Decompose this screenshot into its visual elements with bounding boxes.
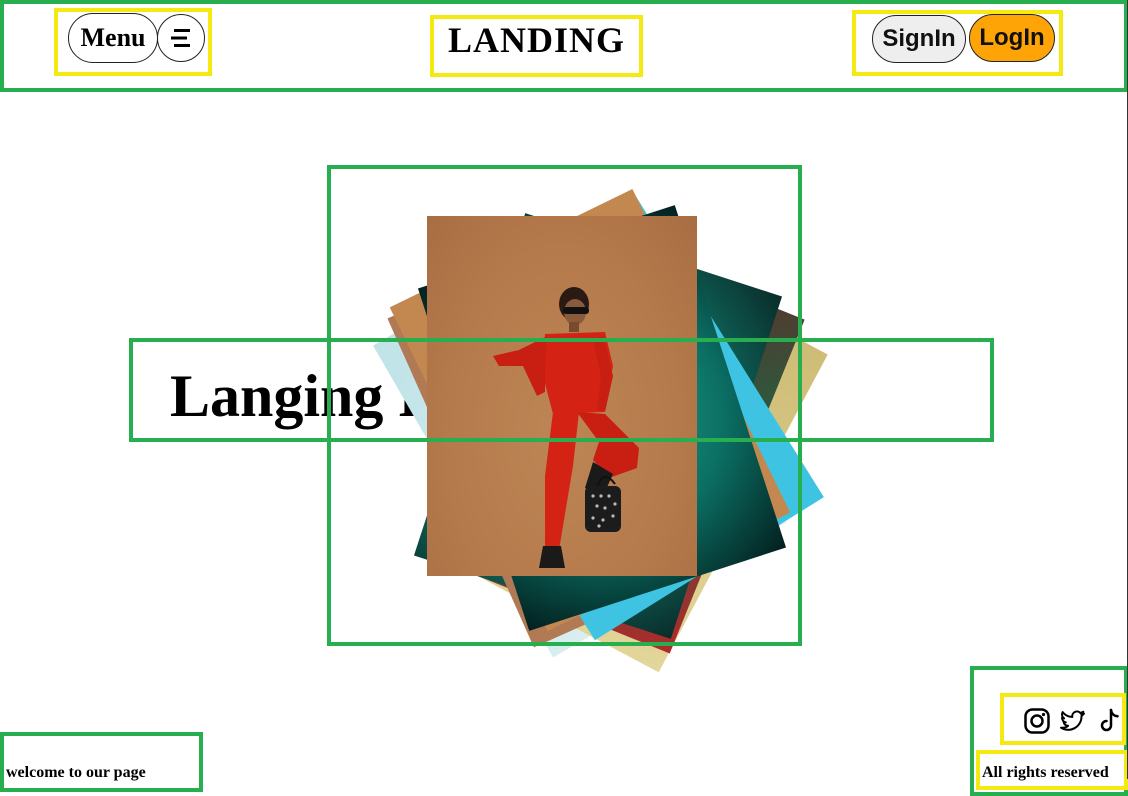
tiktok-icon[interactable] xyxy=(1096,707,1124,735)
login-button[interactable]: LogIn xyxy=(969,14,1055,62)
footer-left-frame xyxy=(0,732,203,792)
signin-button-label: SignIn xyxy=(882,25,956,52)
headline-frame xyxy=(129,338,994,442)
twitter-icon[interactable] xyxy=(1059,707,1087,735)
rights-text: All rights reserved xyxy=(982,764,1109,781)
signin-button[interactable]: SignIn xyxy=(872,15,966,63)
menu-button[interactable]: Menu xyxy=(68,13,158,63)
instagram-icon[interactable] xyxy=(1023,707,1051,735)
login-button-label: LogIn xyxy=(979,24,1045,51)
hamburger-button[interactable] xyxy=(157,14,205,62)
welcome-text: welcome to our page xyxy=(6,764,146,781)
hamburger-icon xyxy=(171,29,190,47)
menu-button-label: Menu xyxy=(80,23,146,52)
page-title: LANDING xyxy=(447,20,625,60)
